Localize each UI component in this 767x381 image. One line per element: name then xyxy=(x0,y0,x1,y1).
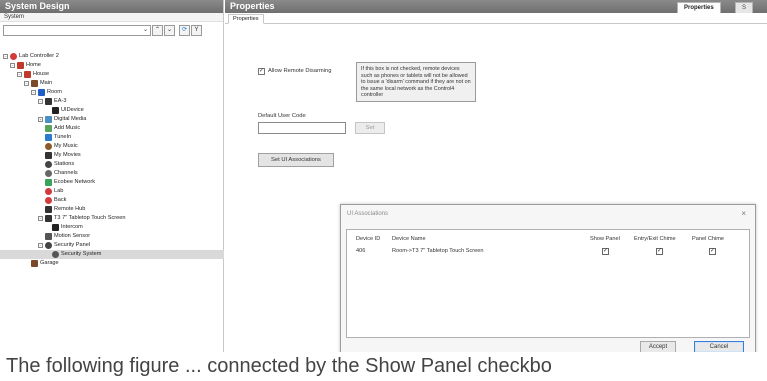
col-device-name[interactable]: Device Name xyxy=(392,236,426,242)
home-icon xyxy=(17,62,24,69)
controller-device-icon xyxy=(45,98,52,105)
tree-item-room[interactable]: − Room xyxy=(0,88,224,97)
tree-item-add-music[interactable]: Add Music xyxy=(0,124,224,133)
panel-chime-checkbox[interactable]: ✓ xyxy=(709,248,716,255)
allow-remote-disarming-label: Allow Remote Disarming xyxy=(268,68,332,74)
show-panel-checkbox[interactable]: ✓ xyxy=(602,248,609,255)
close-icon[interactable]: × xyxy=(741,209,746,218)
tree-item-digital-media[interactable]: + Digital Media xyxy=(0,115,224,124)
col-device-id[interactable]: Device ID xyxy=(356,236,380,242)
music-icon xyxy=(45,143,52,150)
tree-item-garage[interactable]: Garage xyxy=(0,259,224,268)
tab-properties[interactable]: Properties xyxy=(677,2,721,13)
col-panel-chime[interactable]: Panel Chime xyxy=(692,236,724,242)
tree-item-back[interactable]: Back xyxy=(0,196,224,205)
tree-item-intercom[interactable]: Intercom xyxy=(0,223,224,232)
garage-icon xyxy=(31,260,38,267)
stations-icon xyxy=(45,161,52,168)
floor-icon xyxy=(31,80,38,87)
move-up-button[interactable]: ⌃ xyxy=(152,24,163,36)
associations-grid: Device ID Device Name Show Panel Entry/E… xyxy=(346,229,750,338)
default-user-code-label: Default User Code xyxy=(258,113,306,119)
intercom-icon xyxy=(52,224,59,231)
security-panel-icon xyxy=(45,242,52,249)
move-down-button[interactable]: ⌄ xyxy=(164,24,175,36)
tree-item-ecobee[interactable]: Ecobee Network xyxy=(0,178,224,187)
back-icon xyxy=(45,197,52,204)
movies-icon xyxy=(45,152,52,159)
col-show-panel[interactable]: Show Panel xyxy=(590,236,620,242)
system-design-pane: System Design System ⌄ ⌃ ⌄ ⟳ Y − Lab Cont… xyxy=(0,0,224,352)
motion-sensor-icon xyxy=(45,233,52,240)
tree-item-motion-sensor[interactable]: Motion Sensor xyxy=(0,232,224,241)
refresh-button[interactable]: ⟳ xyxy=(179,24,190,36)
chevron-down-icon: ⌄ xyxy=(142,26,148,33)
dialog-title: UI Associations xyxy=(347,211,389,217)
tree-item-channels[interactable]: Channels xyxy=(0,169,224,178)
properties-header: Properties Properties S xyxy=(225,0,767,13)
sub-tab-properties[interactable]: Properties xyxy=(228,14,264,24)
tree-item-t3-touch-screen[interactable]: − T3 7" Tabletop Touch Screen xyxy=(0,214,224,223)
digital-media-icon xyxy=(45,116,52,123)
remote-hub-icon xyxy=(45,206,52,213)
tree-item-tunein[interactable]: TuneIn xyxy=(0,133,224,142)
tree-item-security-system[interactable]: Security System xyxy=(0,250,224,259)
caption-text: The following figure ... connected by th… xyxy=(0,352,767,381)
tree-item-security-panel[interactable]: − Security Panel xyxy=(0,241,224,250)
security-system-icon xyxy=(52,251,59,258)
ecobee-icon xyxy=(45,179,52,186)
cell-device-name: Room->T3 7" Tabletop Touch Screen xyxy=(392,248,484,254)
tree-filter-combo[interactable]: ⌄ xyxy=(3,24,151,36)
system-design-title: System Design xyxy=(0,0,223,13)
properties-title: Properties xyxy=(230,1,275,11)
tree-item-house[interactable]: − House xyxy=(0,70,224,79)
ui-device-icon xyxy=(52,107,59,114)
tree-toolbar: ⌄ ⌃ ⌄ ⟳ Y xyxy=(3,24,221,36)
tree-item-ea3[interactable]: − EA-3 xyxy=(0,97,224,106)
tunein-icon xyxy=(45,134,52,141)
set-ui-associations-button[interactable]: Set UI Associations xyxy=(258,153,334,167)
tree-item-lab-controller[interactable]: − Lab Controller 2 xyxy=(0,52,224,61)
tree-item-home[interactable]: − Home xyxy=(0,61,224,70)
filter-button[interactable]: Y xyxy=(191,24,202,36)
entry-exit-chime-checkbox[interactable]: ✓ xyxy=(656,248,663,255)
tab-other[interactable]: S xyxy=(735,2,754,13)
house-icon xyxy=(24,71,31,78)
col-entry-exit-chime[interactable]: Entry/Exit Chime xyxy=(634,236,676,242)
remote-disarming-info: If this box is not checked, remote devic… xyxy=(356,62,476,102)
channels-icon xyxy=(45,170,52,177)
tree-item-uidevice[interactable]: UIDevice xyxy=(0,106,224,115)
ui-associations-dialog: UI Associations × Device ID Device Name … xyxy=(340,204,756,360)
tree-item-lab[interactable]: Lab xyxy=(0,187,224,196)
properties-sub-tabs: Properties xyxy=(225,13,767,24)
cell-device-id: 406 xyxy=(356,248,366,254)
tree-item-my-music[interactable]: My Music xyxy=(0,142,224,151)
add-music-icon xyxy=(45,125,52,132)
room-icon xyxy=(38,89,45,96)
tree-item-stations[interactable]: Stations xyxy=(0,160,224,169)
lab-icon xyxy=(45,188,52,195)
touch-screen-icon xyxy=(45,215,52,222)
default-user-code-input[interactable] xyxy=(258,122,346,134)
set-code-button[interactable]: Set xyxy=(355,122,385,134)
allow-remote-disarming-checkbox[interactable]: ✓ xyxy=(258,68,265,75)
system-tree: − Lab Controller 2 − Home − House − Main − Ro… xyxy=(0,52,224,268)
tree-item-my-movies[interactable]: My Movies xyxy=(0,151,224,160)
tree-item-main[interactable]: − Main xyxy=(0,79,224,88)
tree-item-remote-hub[interactable]: Remote Hub xyxy=(0,205,224,214)
controller-icon xyxy=(10,53,17,60)
system-label: System xyxy=(0,13,223,22)
